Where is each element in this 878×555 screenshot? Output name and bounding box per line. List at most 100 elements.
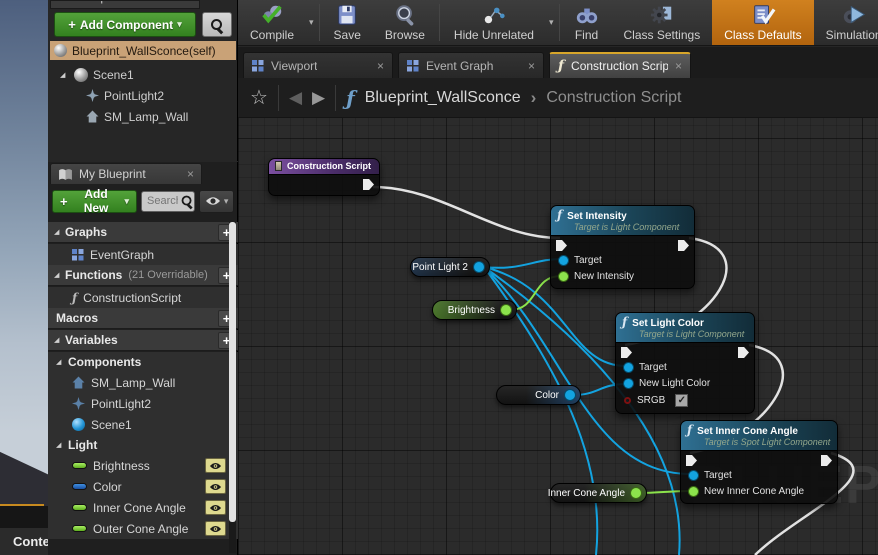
level-viewport-sliver[interactable]: Content Browser (0, 0, 48, 555)
component-row-scene1[interactable]: ◢ Scene1 (48, 64, 238, 85)
exec-out-pin[interactable] (738, 347, 749, 358)
compile-button[interactable]: Compile (238, 0, 306, 45)
editable-eye-toggle[interactable] (205, 458, 226, 473)
expander-icon[interactable]: ◢ (54, 336, 63, 344)
group-light[interactable]: ◢ Light (48, 435, 238, 455)
add-new-button[interactable]: + Add New ▾ (52, 190, 137, 213)
node-set-light-color[interactable]: ƒSet Light Color Target is Light Compone… (615, 312, 755, 414)
close-icon[interactable]: × (675, 59, 682, 73)
pin-new-intensity[interactable]: New Intensity (551, 268, 694, 288)
tab-viewport[interactable]: Viewport × (243, 52, 393, 78)
exec-out-pin[interactable] (363, 179, 374, 190)
tab-construction-script[interactable]: ƒ Construction Script × (549, 52, 691, 78)
editable-eye-toggle[interactable] (205, 479, 226, 494)
close-icon[interactable]: × (528, 59, 535, 73)
srgb-checkbox[interactable]: ✓ (675, 394, 688, 407)
node-color[interactable]: Color (496, 385, 581, 405)
component-row-self[interactable]: Blueprint_WallSconce(self) (50, 41, 236, 60)
scrollbar-thumb[interactable] (229, 222, 236, 522)
find-button[interactable]: Find (562, 0, 612, 45)
nav-forward-icon[interactable]: ▶ (312, 88, 325, 108)
variable-row-inner-cone-angle[interactable]: Inner Cone Angle (48, 497, 238, 518)
pin-target[interactable]: Target (616, 359, 754, 375)
exec-in-pin[interactable] (621, 347, 632, 358)
add-component-button[interactable]: + Add Component ▾ (54, 12, 196, 37)
editable-eye-toggle[interactable] (205, 500, 226, 515)
object-pin-icon[interactable] (624, 363, 633, 372)
nav-back-icon[interactable]: ◀ (289, 88, 302, 108)
tab-components[interactable]: Components (50, 0, 200, 9)
close-icon[interactable]: × (377, 59, 384, 73)
simulation-button[interactable]: Simulation (814, 0, 878, 45)
book-icon (58, 168, 73, 181)
breadcrumb-root[interactable]: Blueprint_WallSconce (365, 89, 521, 107)
struct-pin-icon[interactable] (565, 390, 575, 400)
component-row-sm-lamp-wall[interactable]: SM_Lamp_Wall (48, 106, 238, 127)
hide-unrelated-options-dropdown[interactable]: ▾ (546, 0, 557, 45)
node-inner-cone-angle[interactable]: Inner Cone Angle (550, 483, 647, 503)
bookmark-star-icon[interactable]: ☆ (250, 85, 268, 110)
section-variables[interactable]: ◢ Variables + (48, 330, 238, 351)
save-button[interactable]: Save (322, 0, 373, 45)
section-macros[interactable]: Macros + (48, 308, 238, 329)
node-point-light-2[interactable]: Point Light 2 (410, 257, 490, 277)
struct-pin-icon[interactable] (624, 379, 633, 388)
exec-out-pin[interactable] (678, 240, 689, 251)
float-pin-icon[interactable] (689, 487, 698, 496)
expander-icon[interactable]: ◢ (56, 441, 65, 449)
variable-row-brightness[interactable]: Brightness (48, 455, 238, 476)
breadcrumb-current[interactable]: Construction Script (546, 89, 681, 107)
node-construction-script[interactable]: Construction Script (268, 158, 380, 196)
object-pin-icon[interactable] (689, 471, 698, 480)
pin-target[interactable]: Target (681, 467, 837, 483)
class-settings-button[interactable]: Class Settings (612, 0, 713, 45)
variable-row-outer-cone-angle[interactable]: Outer Cone Angle (48, 518, 238, 539)
section-functions[interactable]: ◢ Functions (21 Overridable) + (48, 265, 238, 286)
expander-icon[interactable]: ◢ (54, 228, 63, 236)
expander-icon[interactable]: ◢ (56, 358, 65, 366)
my-blueprint-panel: My Blueprint × + Add New ▾ ▾ ◢ Graphs + (48, 162, 238, 555)
float-pin-icon[interactable] (559, 272, 568, 281)
tab-my-blueprint[interactable]: My Blueprint × (50, 163, 202, 184)
float-pin-icon[interactable] (631, 488, 641, 498)
float-pin-icon[interactable] (501, 305, 511, 315)
compile-options-dropdown[interactable]: ▾ (306, 0, 317, 45)
hide-unrelated-button[interactable]: Hide Unrelated (442, 0, 546, 45)
editable-eye-toggle[interactable] (205, 521, 226, 536)
pin-new-inner-cone-angle[interactable]: New Inner Cone Angle (681, 483, 837, 503)
chevron-down-icon: ▾ (177, 19, 182, 30)
exec-in-pin[interactable] (686, 455, 697, 466)
list-item-eventgraph[interactable]: EventGraph (48, 244, 238, 265)
browse-button[interactable]: Browse (373, 0, 437, 45)
group-components[interactable]: ◢ Components (48, 352, 238, 372)
tab-event-graph[interactable]: Event Graph × (398, 52, 544, 78)
object-pin-icon[interactable] (474, 262, 484, 272)
list-item-constructionscript[interactable]: ƒ ConstructionScript (48, 287, 238, 308)
components-search-button[interactable] (202, 12, 232, 37)
pin-new-light-color[interactable]: New Light Color (616, 375, 754, 391)
eye-icon (209, 504, 222, 512)
expander-icon[interactable]: ◢ (54, 271, 63, 279)
graph-canvas[interactable]: BLUEPRINT Construction Script (238, 118, 878, 555)
pin-srgb[interactable]: SRGB✓ (616, 391, 754, 413)
list-item-scene1[interactable]: Scene1 (48, 414, 238, 435)
pin-target[interactable]: Target (551, 252, 694, 268)
content-browser-bar[interactable]: Content Browser (0, 528, 48, 555)
visibility-filter-button[interactable]: ▾ (199, 190, 234, 213)
node-set-inner-cone-angle[interactable]: ƒSet Inner Cone Angle Target is Spot Lig… (680, 420, 838, 504)
exec-out-pin[interactable] (821, 455, 832, 466)
list-item-sm-lamp-wall[interactable]: SM_Lamp_Wall (48, 372, 238, 393)
section-graphs[interactable]: ◢ Graphs + (48, 222, 238, 243)
bool-pin-icon[interactable] (624, 397, 631, 404)
list-item-pointlight2[interactable]: PointLight2 (48, 393, 238, 414)
expander-icon[interactable]: ◢ (60, 71, 69, 79)
close-icon[interactable]: × (187, 167, 194, 181)
scrollbar-track[interactable] (229, 222, 236, 553)
exec-in-pin[interactable] (556, 240, 567, 251)
node-set-intensity[interactable]: ƒSet Intensity Target is Light Component… (550, 205, 695, 289)
class-defaults-button[interactable]: Class Defaults (712, 0, 813, 45)
variable-row-color[interactable]: Color (48, 476, 238, 497)
component-row-pointlight2[interactable]: PointLight2 (48, 85, 238, 106)
node-brightness[interactable]: Brightness (432, 300, 517, 320)
object-pin-icon[interactable] (559, 256, 568, 265)
